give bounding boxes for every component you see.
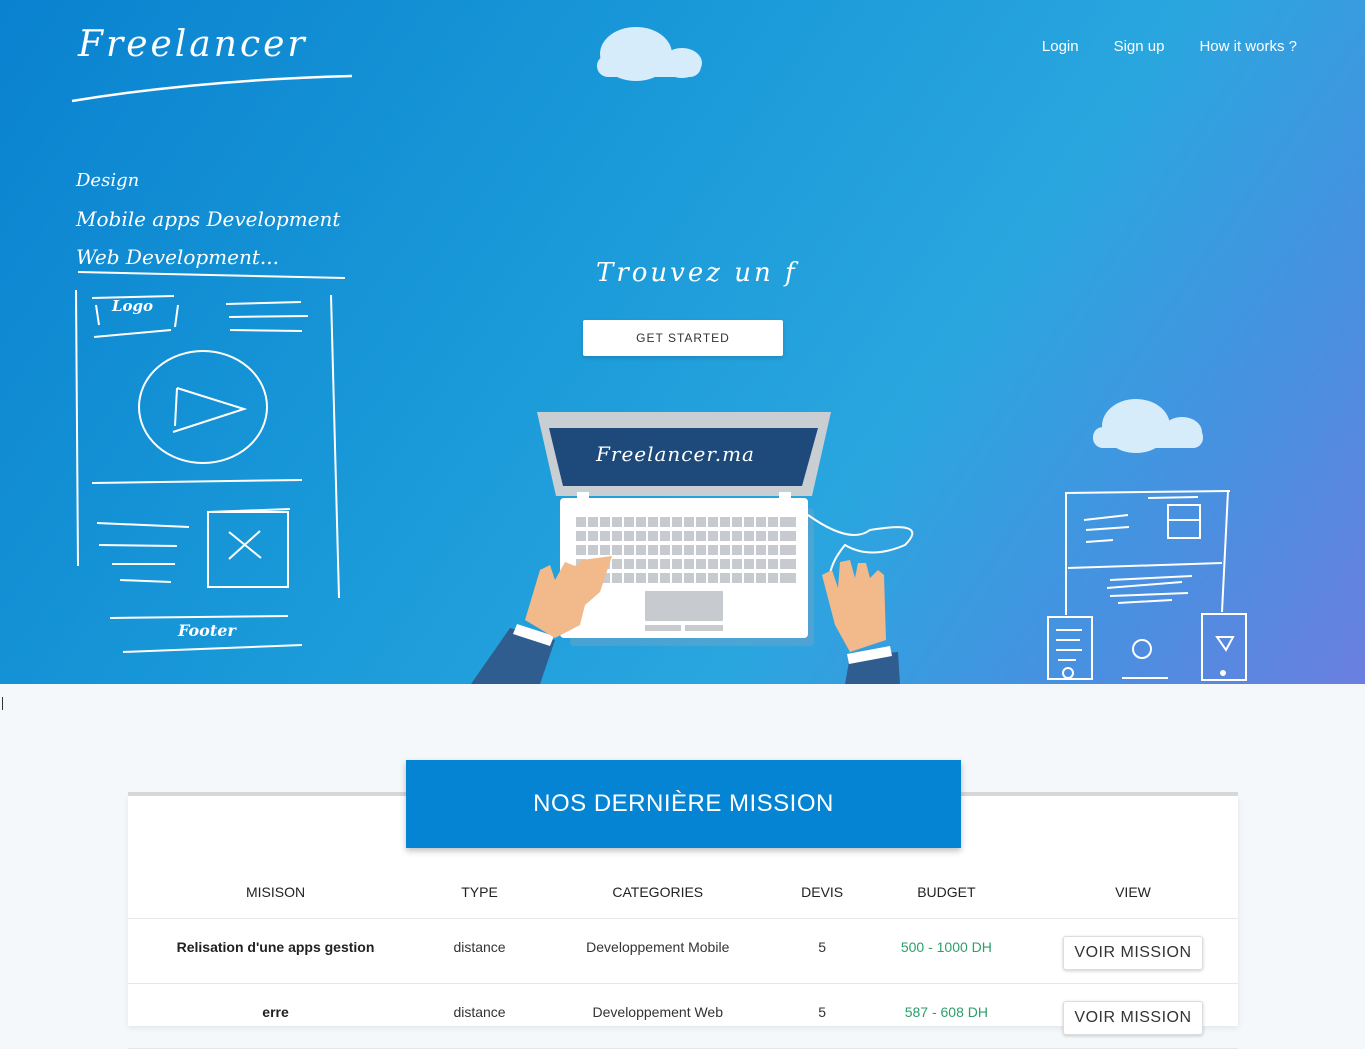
- service-item-web: Web Development...: [76, 245, 279, 269]
- services-list: Design Mobile apps Development Web Devel…: [76, 162, 340, 276]
- wireframe-sketch: [75, 289, 340, 653]
- sketch-footer-label: Footer: [178, 621, 236, 640]
- text-caret: [2, 697, 3, 710]
- top-nav: Login Sign up How it works ?: [1042, 38, 1297, 55]
- mission-view-cell: VOIR MISSION: [1027, 983, 1238, 1049]
- nav-login-link[interactable]: Login: [1042, 38, 1079, 55]
- mission-view-cell: VOIR MISSION: [1027, 918, 1238, 984]
- missions-table: MISISON TYPE CATEGORIES DEVIS BUDGET VIE…: [128, 866, 1238, 1049]
- column-header-devis: DEVIS: [779, 866, 865, 919]
- brand-logo[interactable]: Freelancer: [78, 24, 308, 65]
- column-header-type: TYPE: [423, 866, 537, 919]
- table-header-row: MISISON TYPE CATEGORIES DEVIS BUDGET VIE…: [128, 866, 1238, 919]
- table-row: erre distance Developpement Web 5 587 - …: [128, 983, 1238, 1049]
- laptop-screen-text: Freelancer.ma: [596, 442, 755, 466]
- mission-type: distance: [423, 918, 537, 984]
- nav-how-it-works-link[interactable]: How it works ?: [1199, 38, 1297, 55]
- devices-sketch: [1047, 490, 1247, 681]
- missions-section-title: NOS DERNIÈRE MISSION: [406, 760, 961, 848]
- cloud-icon: [1093, 399, 1203, 453]
- mission-category: Developpement Mobile: [536, 918, 780, 984]
- column-header-view: VIEW: [1027, 866, 1238, 919]
- service-item-mobile: Mobile apps Development: [76, 207, 341, 231]
- voir-mission-button[interactable]: VOIR MISSION: [1063, 936, 1203, 970]
- mission-title: Relisation d'une apps gestion: [128, 918, 424, 984]
- column-header-mission: MISISON: [128, 866, 424, 919]
- mission-budget: 500 - 1000 DH: [864, 918, 1028, 984]
- nav-signup-link[interactable]: Sign up: [1114, 38, 1165, 55]
- column-header-budget: BUDGET: [864, 866, 1028, 919]
- mission-budget: 587 - 608 DH: [864, 983, 1028, 1049]
- mission-category: Developpement Web: [536, 983, 780, 1049]
- cloud-icon: [597, 27, 702, 81]
- mission-type: distance: [423, 983, 537, 1049]
- get-started-button[interactable]: GET STARTED: [583, 320, 783, 356]
- voir-mission-button[interactable]: VOIR MISSION: [1063, 1001, 1203, 1035]
- hero-banner: Freelancer Design Mobile apps Developmen…: [0, 0, 1365, 684]
- table-row: Relisation d'une apps gestion distance D…: [128, 918, 1238, 984]
- mission-title: erre: [128, 983, 424, 1049]
- mission-devis: 5: [779, 983, 865, 1049]
- brand-underline: [71, 74, 353, 103]
- column-header-categories: CATEGORIES: [536, 866, 780, 919]
- sketch-logo-label: Logo: [112, 297, 154, 315]
- service-item-design: Design: [76, 170, 140, 191]
- hero-tagline: Trouvez un f: [596, 258, 798, 288]
- mission-devis: 5: [779, 918, 865, 984]
